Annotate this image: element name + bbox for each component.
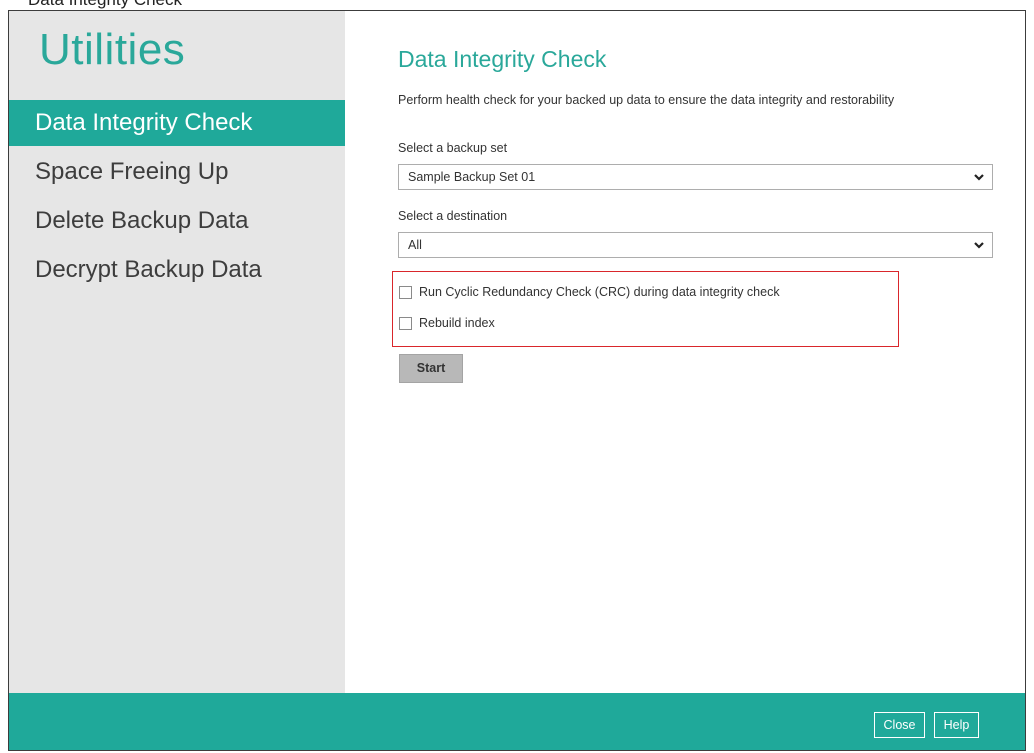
sidebar-nav: Data Integrity Check Space Freeing Up De… — [9, 100, 345, 296]
backup-set-value: Sample Backup Set 01 — [408, 170, 536, 184]
rebuild-index-checkbox[interactable] — [399, 316, 412, 330]
backup-set-select[interactable]: Sample Backup Set 01 — [398, 164, 993, 190]
sidebar-item-space-freeing-up[interactable]: Space Freeing Up — [9, 149, 345, 195]
start-button[interactable]: Start — [399, 354, 463, 383]
sidebar-item-delete-backup-data[interactable]: Delete Backup Data — [9, 198, 345, 244]
destination-select[interactable]: All — [398, 232, 993, 258]
help-button[interactable]: Help — [934, 712, 979, 738]
main-panel: Data Integrity Check Perform health chec… — [345, 11, 1025, 693]
crc-checkbox[interactable] — [399, 285, 412, 299]
page-title: Data Integrity Check — [398, 46, 607, 72]
sidebar: Utilities Data Integrity Check Space Fre… — [9, 11, 345, 693]
footer-bar: Close Help — [9, 693, 1025, 750]
chevron-down-icon — [973, 233, 985, 265]
backup-set-label: Select a backup set — [398, 141, 508, 155]
options-highlight: Run Cyclic Redundancy Check (CRC) during… — [392, 271, 899, 347]
destination-label: Select a destination — [398, 209, 508, 223]
caption-text: Data Integrity Check — [28, 0, 182, 10]
crc-label: Run Cyclic Redundancy Check (CRC) during… — [419, 285, 780, 299]
sidebar-item-decrypt-backup-data[interactable]: Decrypt Backup Data — [9, 247, 345, 293]
utilities-window: Utilities Data Integrity Check Space Fre… — [8, 10, 1026, 751]
rebuild-index-label: Rebuild index — [419, 316, 495, 330]
destination-value: All — [408, 238, 422, 252]
description: Perform health check for your backed up … — [398, 93, 895, 107]
crc-option[interactable]: Run Cyclic Redundancy Check (CRC) during… — [399, 285, 780, 299]
sidebar-item-data-integrity-check[interactable]: Data Integrity Check — [9, 100, 345, 146]
app-title: Utilities — [39, 25, 186, 74]
chevron-down-icon — [973, 165, 985, 197]
rebuild-index-option[interactable]: Rebuild index — [399, 316, 495, 330]
caption-fragment: Data Integrity Check — [0, 0, 1034, 10]
close-button[interactable]: Close — [874, 712, 925, 738]
